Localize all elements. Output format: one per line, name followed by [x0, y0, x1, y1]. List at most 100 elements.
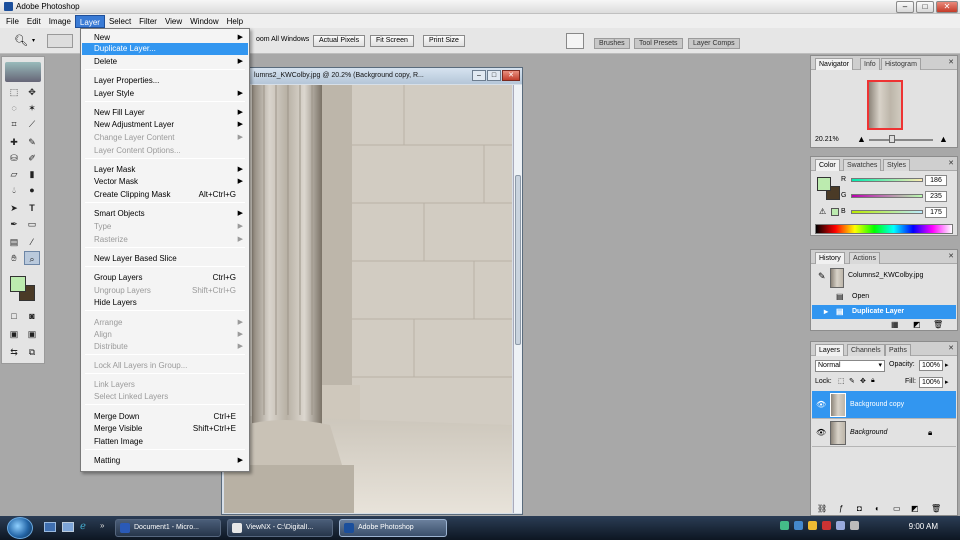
menu-item-vector-mask[interactable]: Vector Mask ▶ [82, 176, 248, 188]
tab-histogram[interactable]: Histogram [881, 58, 921, 70]
notes-tool-icon[interactable]: ▤ [6, 235, 22, 249]
history-brush-tool-icon[interactable]: ✐ [24, 151, 40, 165]
blue-channel-value[interactable]: 175 [925, 207, 947, 218]
green-channel-value[interactable]: 235 [925, 191, 947, 202]
standard-mode-icon[interactable]: □ [6, 309, 22, 323]
slice-tool-icon[interactable]: ⟋ [24, 117, 40, 131]
fill-input[interactable]: 100% [919, 377, 943, 388]
tab-brushes[interactable]: Brushes [594, 38, 630, 49]
menu-item-merge-visible[interactable]: Merge Visible Shift+Ctrl+E [82, 423, 248, 435]
tab-color[interactable]: Color [815, 159, 840, 171]
zoom-in-icon[interactable]: ▲ [939, 134, 948, 144]
menu-item-new-fill-layer[interactable]: New Fill Layer ▶ [82, 107, 248, 119]
crop-tool-icon[interactable]: ⌗ [6, 117, 22, 131]
maximize-button[interactable]: □ [916, 1, 934, 13]
zoom-tool-icon[interactable]: ⌕ [24, 251, 40, 265]
layer-name[interactable]: Background [850, 429, 887, 436]
eraser-tool-icon[interactable]: ▱ [6, 167, 22, 181]
close-button[interactable]: ✕ [936, 1, 958, 13]
chevron-down-icon[interactable]: ▾ [32, 37, 35, 44]
dodge-tool-icon[interactable]: ● [24, 183, 40, 197]
tab-paths[interactable]: Paths [885, 344, 911, 356]
new-document-from-state-icon[interactable]: ▦ [891, 320, 899, 329]
fit-screen-button[interactable]: Fit Screen [370, 35, 414, 47]
menu-item-delete[interactable]: Delete ▶ [82, 56, 248, 68]
lock-image-pixels-icon[interactable]: ✎ [849, 377, 855, 385]
marquee-tool-icon[interactable]: ⬚ [6, 85, 22, 99]
minimize-button[interactable]: – [896, 1, 914, 13]
taskbar-button-word[interactable]: Document1 - Micro... [115, 519, 221, 537]
history-brush-source-icon[interactable]: ✎ [818, 271, 826, 281]
link-layers-icon[interactable]: ⛓ [817, 504, 827, 513]
actual-pixels-button[interactable]: Actual Pixels [313, 35, 366, 47]
document-canvas[interactable] [224, 85, 512, 513]
pen-tool-icon[interactable]: ✒ [6, 217, 22, 231]
tab-history[interactable]: History [815, 252, 845, 264]
tab-styles[interactable]: Styles [883, 159, 911, 171]
navigator-thumbnail[interactable] [867, 80, 903, 130]
zoom-all-windows-checkbox-label[interactable]: oom All Windows [256, 36, 309, 43]
zoom-out-icon[interactable]: ▲ [857, 134, 866, 144]
menu-select[interactable]: Select [105, 15, 135, 28]
color-ramp[interactable] [815, 224, 953, 234]
menu-item-smart-objects[interactable]: Smart Objects ▶ [82, 208, 248, 220]
chevron-right-icon[interactable]: ▸ [945, 361, 949, 369]
history-step-duplicate-layer[interactable]: ▸ ▤ Duplicate Layer [812, 305, 956, 319]
lasso-tool-icon[interactable]: ◌ [6, 101, 22, 115]
new-group-icon[interactable]: ▭ [893, 504, 901, 513]
network-icon[interactable] [836, 521, 845, 530]
internet-explorer-icon[interactable]: ℯ [80, 521, 86, 532]
menu-item-hide-layers[interactable]: Hide Layers [82, 297, 248, 309]
taskbar-button-photoshop[interactable]: Adobe Photoshop [339, 519, 447, 537]
menu-item-matting[interactable]: Matting ▶ [82, 455, 248, 467]
red-channel-value[interactable]: 186 [925, 175, 947, 186]
trash-icon[interactable]: 🗑︎ [933, 320, 943, 329]
tab-swatches[interactable]: Swatches [843, 159, 882, 171]
quick-mask-mode-icon[interactable]: ◙ [24, 309, 40, 323]
tray-icon[interactable] [780, 521, 789, 530]
volume-icon[interactable] [850, 521, 859, 530]
chevron-right-icon[interactable]: ▸ [945, 378, 949, 386]
magic-wand-tool-icon[interactable]: ✶ [24, 101, 40, 115]
doc-close-button[interactable]: ✕ [502, 70, 520, 81]
menu-filter[interactable]: Filter [135, 15, 161, 28]
trash-icon[interactable]: 🗑︎ [931, 504, 941, 513]
type-tool-icon[interactable]: T [24, 201, 40, 215]
history-state-slider-icon[interactable]: ▸ [824, 305, 828, 319]
tray-icon[interactable] [822, 521, 831, 530]
menu-item-duplicate-layer[interactable]: Duplicate Layer... [82, 43, 248, 55]
panel-close-icon[interactable]: ✕ [947, 59, 955, 67]
tray-icon[interactable] [808, 521, 817, 530]
menu-window[interactable]: Window [186, 15, 222, 28]
panel-close-icon[interactable]: ✕ [947, 160, 955, 168]
switch-windows-icon[interactable] [62, 522, 74, 532]
opacity-input[interactable]: 100% [919, 360, 943, 371]
menu-image[interactable]: Image [45, 15, 75, 28]
screen-mode-icon[interactable]: ▣ [6, 327, 22, 341]
tab-layer-comps[interactable]: Layer Comps [688, 38, 740, 49]
history-snapshot[interactable]: ✎ Columns2_KWColby.jpg [812, 267, 956, 289]
menu-view[interactable]: View [161, 15, 186, 28]
full-screen-mode-icon[interactable]: ▣ [24, 327, 40, 341]
start-button[interactable] [7, 517, 33, 539]
visibility-eye-icon[interactable]: 👁︎ [816, 400, 826, 409]
move-tool-icon[interactable]: ✥ [24, 85, 40, 99]
menu-item-create-clipping-mask[interactable]: Create Clipping Mask Alt+Ctrl+G [82, 189, 248, 201]
doc-maximize-button[interactable]: □ [487, 70, 501, 81]
new-layer-icon[interactable]: ◩ [911, 504, 919, 513]
navigator-zoom-slider-thumb[interactable] [889, 135, 895, 143]
layer-style-icon[interactable]: ƒ [839, 504, 843, 513]
zoom-tool-icon[interactable]: 🔍︎ [14, 34, 28, 47]
show-desktop-icon[interactable] [44, 522, 56, 532]
path-selection-tool-icon[interactable]: ➤ [6, 201, 22, 215]
document-window[interactable]: lumns2_KWColby.jpg @ 20.2% (Background c… [221, 67, 523, 515]
gradient-tool-icon[interactable]: ▮ [24, 167, 40, 181]
clone-stamp-tool-icon[interactable]: ⛁ [6, 151, 22, 165]
lock-all-icon[interactable]: 🔒︎ [871, 377, 875, 385]
tab-layers[interactable]: Layers [815, 344, 845, 356]
jump-to-imageready-icon[interactable]: ⇆ [6, 345, 22, 359]
panel-close-icon[interactable]: ✕ [947, 345, 955, 353]
menu-file[interactable]: File [2, 15, 23, 28]
menu-edit[interactable]: Edit [23, 15, 45, 28]
layer-row-background[interactable]: 👁︎ Background 🔒︎ [812, 419, 956, 447]
